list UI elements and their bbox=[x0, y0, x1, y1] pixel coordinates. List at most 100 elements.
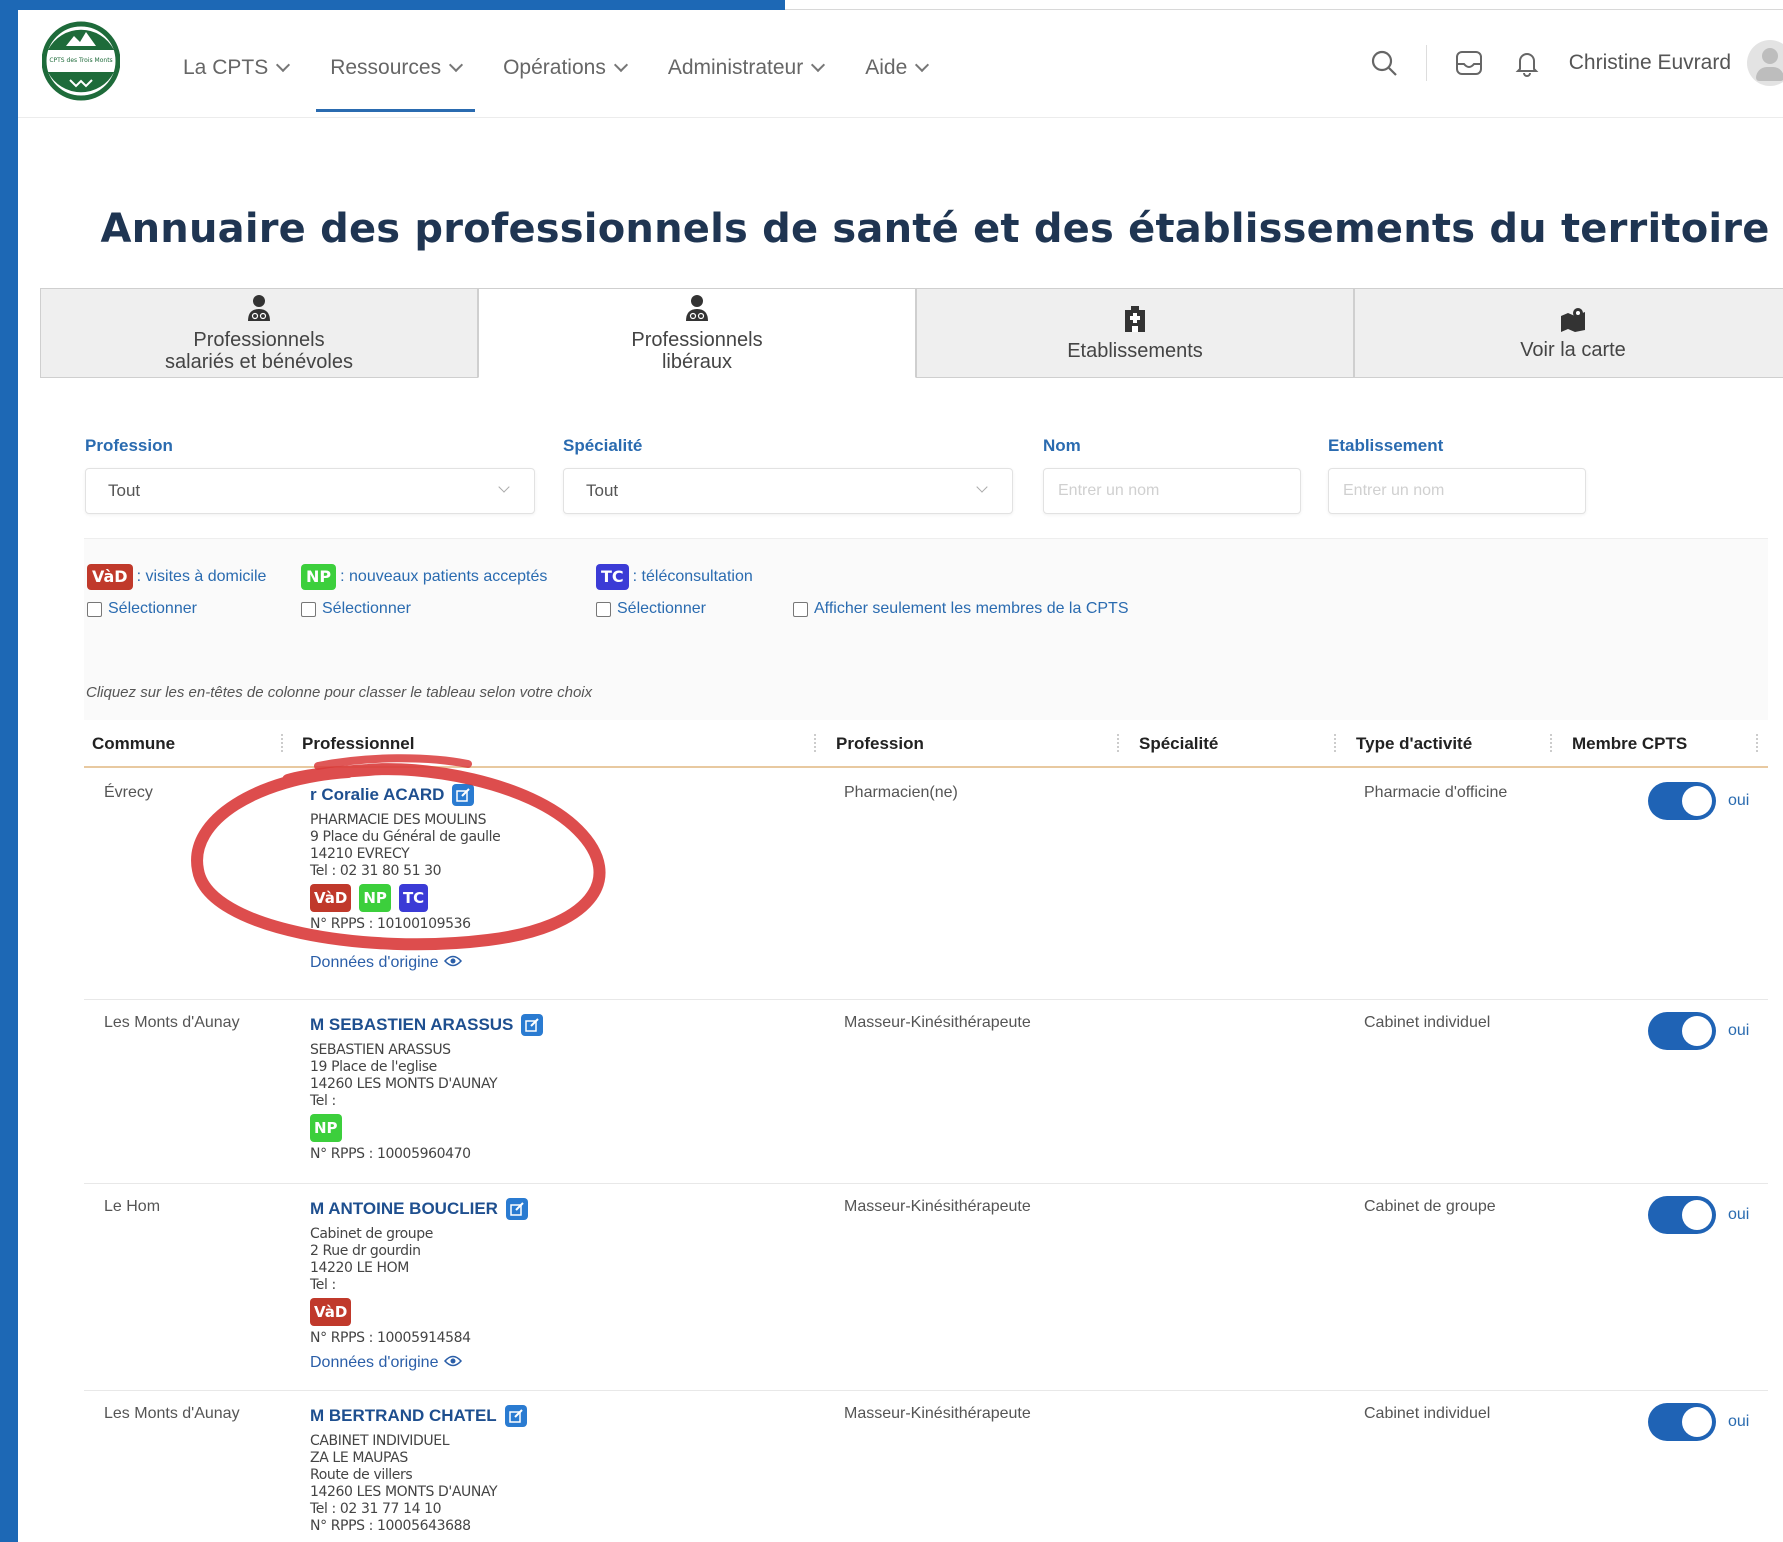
specialite-select[interactable]: Tout bbox=[563, 468, 1013, 514]
row-profession: Masseur-Kinésithérapeute bbox=[844, 1405, 1031, 1422]
profession-select[interactable]: Tout bbox=[85, 468, 535, 514]
col-type-activite[interactable]: Type d'activité bbox=[1356, 734, 1472, 754]
tab-label: Professionnels bbox=[631, 328, 763, 351]
members-only-checkbox[interactable]: Afficher seulement les membres de la CPT… bbox=[793, 600, 1129, 618]
nom-filter-label: Nom bbox=[1043, 436, 1081, 455]
checkbox-label: Afficher seulement les membres de la CPT… bbox=[814, 600, 1129, 617]
member-toggle-label: oui bbox=[1728, 1413, 1750, 1430]
vad-checkbox[interactable]: Sélectionner bbox=[87, 600, 197, 618]
col-commune[interactable]: Commune bbox=[92, 734, 175, 754]
tc-checkbox[interactable]: Sélectionner bbox=[596, 600, 706, 618]
member-toggle-label: oui bbox=[1728, 1022, 1750, 1039]
nav-operations[interactable]: Opérations bbox=[503, 48, 628, 88]
origin-data-link[interactable]: Données d'origine bbox=[310, 1354, 528, 1372]
tab-label: Voir la carte bbox=[1520, 338, 1626, 361]
edit-icon[interactable] bbox=[521, 1014, 544, 1036]
row-profession: Masseur-Kinésithérapeute bbox=[844, 1014, 1031, 1031]
edit-icon[interactable] bbox=[504, 1405, 527, 1427]
tab-label: Professionnels bbox=[193, 328, 325, 351]
avatar[interactable] bbox=[1747, 40, 1783, 86]
member-toggle[interactable] bbox=[1648, 1012, 1716, 1050]
logo-text: CPTS des Trois Monts bbox=[49, 57, 112, 64]
row-profession: Pharmacien(ne) bbox=[844, 784, 958, 801]
chevron-down-icon bbox=[449, 57, 464, 73]
rpps-number: N° RPPS : 10005960470 bbox=[310, 1146, 471, 1162]
tab-salaries[interactable]: Professionnels salariés et bénévoles bbox=[40, 288, 478, 378]
member-toggle[interactable] bbox=[1648, 1196, 1716, 1234]
etablissement-input[interactable]: Entrer un nom bbox=[1328, 468, 1586, 514]
checkbox-label: Sélectionner bbox=[322, 600, 411, 617]
detail-line: 14260 LES MONTS D'AUNAY bbox=[310, 1076, 498, 1092]
nav-ressources[interactable]: Ressources bbox=[316, 48, 475, 112]
professional-name-link[interactable]: M BERTRAND CHATEL bbox=[310, 1405, 527, 1427]
nav-aide[interactable]: Aide bbox=[865, 48, 930, 88]
detail-line: CABINET INDIVIDUEL bbox=[310, 1433, 450, 1449]
search-icon[interactable] bbox=[1368, 47, 1400, 79]
np-badge: NP bbox=[301, 564, 337, 590]
col-specialite[interactable]: Spécialité bbox=[1139, 734, 1218, 754]
row-professional: M SEBASTIEN ARASSUS SEBASTIEN ARASSUS 19… bbox=[310, 1014, 544, 1162]
nom-input[interactable]: Entrer un nom bbox=[1043, 468, 1301, 514]
detail-line: 14260 LES MONTS D'AUNAY bbox=[310, 1484, 498, 1500]
legend-tc: TC : téléconsultation bbox=[596, 564, 753, 590]
inbox-icon[interactable] bbox=[1453, 47, 1485, 79]
bell-icon[interactable] bbox=[1511, 47, 1543, 79]
service-badges: NP bbox=[310, 1114, 543, 1142]
chevron-down-icon bbox=[276, 57, 291, 73]
chevron-down-icon bbox=[976, 481, 988, 493]
header-divider bbox=[1425, 45, 1427, 81]
tab-etablissements[interactable]: Etablissements bbox=[916, 288, 1354, 378]
checkbox-box[interactable] bbox=[596, 601, 611, 617]
annotation-circle bbox=[191, 754, 606, 951]
browser-top-strip bbox=[785, 0, 1783, 10]
profession-select-value: Tout bbox=[108, 481, 141, 500]
origin-label: Données d'origine bbox=[310, 1354, 439, 1371]
cpts-logo[interactable]: CPTS des Trois Monts bbox=[41, 20, 121, 102]
chevron-down-icon bbox=[811, 57, 826, 73]
legend-np-text: : nouveaux patients acceptés bbox=[340, 568, 548, 585]
header-right: Christine Euvrard bbox=[1368, 40, 1783, 86]
column-divider bbox=[1334, 734, 1336, 752]
detail-line: 2 Rue dr gourdin bbox=[310, 1243, 421, 1259]
np-checkbox[interactable]: Sélectionner bbox=[301, 600, 411, 618]
nav-la-cpts[interactable]: La CPTS bbox=[183, 48, 291, 88]
vad-badge: VàD bbox=[87, 564, 133, 590]
rpps-number: N° RPPS : 10005643688 bbox=[310, 1518, 471, 1534]
col-profession[interactable]: Profession bbox=[836, 734, 924, 754]
table-row: Le Hom M ANTOINE BOUCLIER Cabinet de gro… bbox=[84, 1184, 1768, 1391]
col-membre-cpts[interactable]: Membre CPTS bbox=[1572, 734, 1687, 754]
user-name[interactable]: Christine Euvrard bbox=[1569, 51, 1731, 75]
row-commune: Évrecy bbox=[104, 784, 153, 801]
checkbox-box[interactable] bbox=[793, 601, 808, 617]
page-title: Annuaire des professionnels de santé et … bbox=[100, 206, 1770, 252]
doctor-icon bbox=[246, 294, 272, 327]
sort-hint: Cliquez sur les en-têtes de colonne pour… bbox=[86, 684, 593, 701]
professional-name-link[interactable]: M ANTOINE BOUCLIER bbox=[310, 1198, 528, 1220]
professional-name-link[interactable]: M SEBASTIEN ARASSUS bbox=[310, 1014, 544, 1036]
tc-badge: TC bbox=[596, 564, 629, 590]
profession-filter-label: Profession bbox=[85, 436, 173, 455]
member-toggle-label: oui bbox=[1728, 792, 1750, 809]
nav-administrateur[interactable]: Administrateur bbox=[668, 48, 826, 88]
edit-icon[interactable] bbox=[505, 1198, 528, 1220]
map-icon bbox=[1559, 306, 1587, 337]
top-header: CPTS des Trois Monts La CPTS Ressources … bbox=[18, 10, 1783, 118]
professional-name: M SEBASTIEN ARASSUS bbox=[310, 1015, 514, 1034]
service-badges: VàD bbox=[310, 1298, 528, 1326]
column-divider bbox=[1756, 734, 1758, 752]
professional-details: CABINET INDIVIDUEL ZA LE MAUPAS Route de… bbox=[310, 1433, 527, 1518]
tab-liberaux[interactable]: Professionnels libéraux bbox=[478, 288, 916, 378]
rpps-number: N° RPPS : 10005914584 bbox=[310, 1330, 471, 1346]
checkbox-box[interactable] bbox=[87, 601, 102, 617]
etablissement-filter-label: Etablissement bbox=[1328, 436, 1444, 455]
professional-name: M ANTOINE BOUCLIER bbox=[310, 1199, 498, 1218]
member-toggle[interactable] bbox=[1648, 1403, 1716, 1441]
row-profession: Masseur-Kinésithérapeute bbox=[844, 1198, 1031, 1215]
tab-carte[interactable]: Voir la carte bbox=[1354, 288, 1783, 378]
professional-name: M BERTRAND CHATEL bbox=[310, 1406, 497, 1425]
checkbox-box[interactable] bbox=[301, 601, 316, 617]
member-toggle[interactable] bbox=[1648, 782, 1716, 820]
member-toggle-label: oui bbox=[1728, 1206, 1750, 1223]
column-divider bbox=[814, 734, 816, 752]
legend-np: NP : nouveaux patients acceptés bbox=[301, 564, 547, 590]
